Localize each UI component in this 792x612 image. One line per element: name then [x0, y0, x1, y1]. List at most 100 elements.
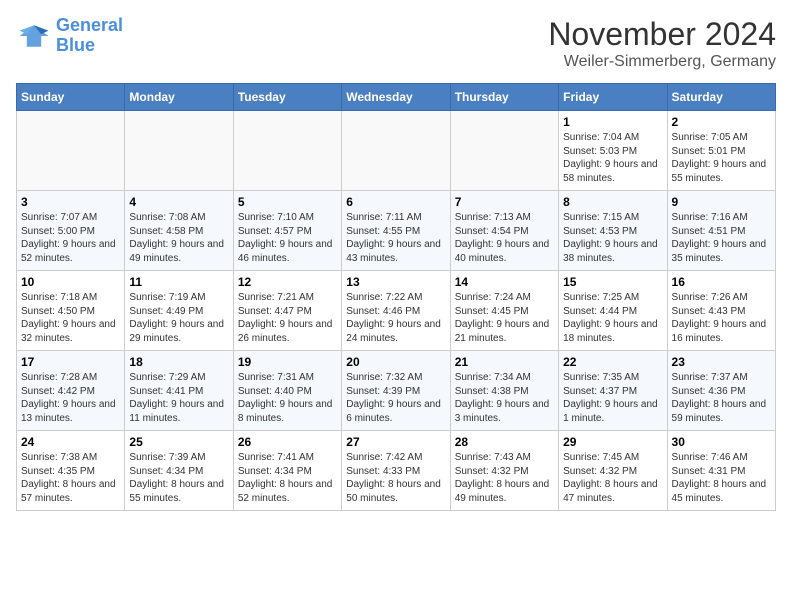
- day-info: Sunrise: 7:16 AM Sunset: 4:51 PM Dayligh…: [672, 211, 771, 265]
- day-number: 30: [672, 435, 771, 449]
- day-info: Sunrise: 7:13 AM Sunset: 4:54 PM Dayligh…: [455, 211, 554, 265]
- day-info: Sunrise: 7:08 AM Sunset: 4:58 PM Dayligh…: [129, 211, 228, 265]
- calendar-cell: 6Sunrise: 7:11 AM Sunset: 4:55 PM Daylig…: [342, 191, 450, 271]
- day-info: Sunrise: 7:25 AM Sunset: 4:44 PM Dayligh…: [563, 291, 662, 345]
- column-header-wednesday: Wednesday: [342, 84, 450, 111]
- day-number: 25: [129, 435, 228, 449]
- location-title: Weiler-Simmerberg, Germany: [548, 53, 776, 71]
- calendar-cell: 17 Sunrise: 7:28 AM Sunset: 4:42 PM Dayli…: [17, 351, 125, 431]
- day-info: Sunrise: 7:07 AM Sunset: 5:00 PM Dayligh…: [21, 211, 120, 265]
- calendar-cell: [450, 111, 558, 191]
- day-number: 16: [672, 275, 771, 289]
- day-info: Sunrise: 7:42 AM Sunset: 4:33 PM Dayligh…: [346, 451, 445, 505]
- calendar-cell: 2 Sunrise: 7:05 AM Sunset: 5:01 PM Daylig…: [667, 111, 775, 191]
- day-number: 27: [346, 435, 445, 449]
- calendar-cell: 12Sunrise: 7:21 AM Sunset: 4:47 PM Dayli…: [233, 271, 341, 351]
- day-info: Sunrise: 7:10 AM Sunset: 4:57 PM Dayligh…: [238, 211, 337, 265]
- day-number: 28: [455, 435, 554, 449]
- calendar-cell: 16 Sunrise: 7:26 AM Sunset: 4:43 PM Dayli…: [667, 271, 775, 351]
- day-info: Sunrise: 7:39 AM Sunset: 4:34 PM Dayligh…: [129, 451, 228, 505]
- calendar-cell: 4 Sunrise: 7:08 AM Sunset: 4:58 PM Daylig…: [125, 191, 233, 271]
- day-number: 21: [455, 355, 554, 369]
- day-number: 14: [455, 275, 554, 289]
- day-number: 24: [21, 435, 120, 449]
- day-number: 4: [129, 195, 228, 209]
- day-number: 11: [129, 275, 228, 289]
- calendar-cell: 23 Sunrise: 7:37 AM Sunset: 4:36 PM Dayli…: [667, 351, 775, 431]
- calendar-cell: [17, 111, 125, 191]
- calendar-cell: 18Sunrise: 7:29 AM Sunset: 4:41 PM Dayli…: [125, 351, 233, 431]
- calendar-cell: 3 Sunrise: 7:07 AM Sunset: 5:00 PM Daylig…: [17, 191, 125, 271]
- day-info: Sunrise: 7:05 AM Sunset: 5:01 PM Dayligh…: [672, 131, 771, 185]
- day-info: Sunrise: 7:46 AM Sunset: 4:31 PM Dayligh…: [672, 451, 771, 505]
- week-row-1: 1 Sunrise: 7:04 AM Sunset: 5:03 PM Daylig…: [17, 111, 776, 191]
- calendar-cell: 24 Sunrise: 7:38 AM Sunset: 4:35 PM Dayli…: [17, 431, 125, 511]
- day-info: Sunrise: 7:15 AM Sunset: 4:53 PM Dayligh…: [563, 211, 662, 265]
- calendar-cell: 28 Sunrise: 7:43 AM Sunset: 4:32 PM Dayli…: [450, 431, 558, 511]
- day-number: 1: [563, 115, 662, 129]
- week-row-5: 24 Sunrise: 7:38 AM Sunset: 4:35 PM Dayli…: [17, 431, 776, 511]
- day-number: 10: [21, 275, 120, 289]
- day-number: 12: [238, 275, 337, 289]
- day-info: Sunrise: 7:26 AM Sunset: 4:43 PM Dayligh…: [672, 291, 771, 345]
- day-info: Sunrise: 7:04 AM Sunset: 5:03 PM Dayligh…: [563, 131, 662, 185]
- day-number: 17: [21, 355, 120, 369]
- title-area: November 2024 Weiler-Simmerberg, Germany: [548, 16, 776, 71]
- day-number: 20: [346, 355, 445, 369]
- calendar-cell: 27 Sunrise: 7:42 AM Sunset: 4:33 PM Dayli…: [342, 431, 450, 511]
- day-number: 22: [563, 355, 662, 369]
- calendar-cell: 14 Sunrise: 7:24 AM Sunset: 4:45 PM Dayli…: [450, 271, 558, 351]
- logo: General Blue: [16, 16, 123, 56]
- logo-text: General Blue: [56, 16, 123, 56]
- month-title: November 2024: [548, 16, 776, 53]
- calendar-cell: 11Sunrise: 7:19 AM Sunset: 4:49 PM Dayli…: [125, 271, 233, 351]
- day-info: Sunrise: 7:28 AM Sunset: 4:42 PM Dayligh…: [21, 371, 120, 425]
- day-number: 3: [21, 195, 120, 209]
- day-info: Sunrise: 7:35 AM Sunset: 4:37 PM Dayligh…: [563, 371, 662, 425]
- calendar-cell: 19 Sunrise: 7:31 AM Sunset: 4:40 PM Dayli…: [233, 351, 341, 431]
- calendar-cell: 21 Sunrise: 7:34 AM Sunset: 4:38 PM Dayli…: [450, 351, 558, 431]
- week-row-4: 17 Sunrise: 7:28 AM Sunset: 4:42 PM Dayli…: [17, 351, 776, 431]
- day-number: 8: [563, 195, 662, 209]
- day-number: 23: [672, 355, 771, 369]
- column-header-sunday: Sunday: [17, 84, 125, 111]
- column-header-monday: Monday: [125, 84, 233, 111]
- day-number: 19: [238, 355, 337, 369]
- calendar-cell: [233, 111, 341, 191]
- calendar-cell: 13Sunrise: 7:22 AM Sunset: 4:46 PM Dayli…: [342, 271, 450, 351]
- day-info: Sunrise: 7:34 AM Sunset: 4:38 PM Dayligh…: [455, 371, 554, 425]
- day-number: 2: [672, 115, 771, 129]
- calendar-cell: 15Sunrise: 7:25 AM Sunset: 4:44 PM Dayli…: [559, 271, 667, 351]
- header: General Blue November 2024 Weiler-Simmer…: [16, 16, 776, 71]
- day-info: Sunrise: 7:24 AM Sunset: 4:45 PM Dayligh…: [455, 291, 554, 345]
- day-info: Sunrise: 7:32 AM Sunset: 4:39 PM Dayligh…: [346, 371, 445, 425]
- calendar-cell: 25 Sunrise: 7:39 AM Sunset: 4:34 PM Dayli…: [125, 431, 233, 511]
- day-info: Sunrise: 7:38 AM Sunset: 4:35 PM Dayligh…: [21, 451, 120, 505]
- day-number: 9: [672, 195, 771, 209]
- calendar-cell: 26Sunrise: 7:41 AM Sunset: 4:34 PM Dayli…: [233, 431, 341, 511]
- day-number: 29: [563, 435, 662, 449]
- week-row-3: 10 Sunrise: 7:18 AM Sunset: 4:50 PM Dayli…: [17, 271, 776, 351]
- day-info: Sunrise: 7:43 AM Sunset: 4:32 PM Dayligh…: [455, 451, 554, 505]
- day-info: Sunrise: 7:37 AM Sunset: 4:36 PM Dayligh…: [672, 371, 771, 425]
- calendar-cell: [342, 111, 450, 191]
- day-number: 26: [238, 435, 337, 449]
- calendar-table: SundayMondayTuesdayWednesdayThursdayFrid…: [16, 83, 776, 511]
- day-number: 7: [455, 195, 554, 209]
- calendar-cell: 7 Sunrise: 7:13 AM Sunset: 4:54 PM Daylig…: [450, 191, 558, 271]
- day-number: 18: [129, 355, 228, 369]
- logo-icon: [16, 18, 52, 54]
- week-row-2: 3 Sunrise: 7:07 AM Sunset: 5:00 PM Daylig…: [17, 191, 776, 271]
- day-number: 5: [238, 195, 337, 209]
- calendar-cell: 1 Sunrise: 7:04 AM Sunset: 5:03 PM Daylig…: [559, 111, 667, 191]
- day-info: Sunrise: 7:22 AM Sunset: 4:46 PM Dayligh…: [346, 291, 445, 345]
- column-header-tuesday: Tuesday: [233, 84, 341, 111]
- column-header-saturday: Saturday: [667, 84, 775, 111]
- calendar-cell: 9 Sunrise: 7:16 AM Sunset: 4:51 PM Daylig…: [667, 191, 775, 271]
- day-info: Sunrise: 7:31 AM Sunset: 4:40 PM Dayligh…: [238, 371, 337, 425]
- day-info: Sunrise: 7:18 AM Sunset: 4:50 PM Dayligh…: [21, 291, 120, 345]
- calendar-cell: 10 Sunrise: 7:18 AM Sunset: 4:50 PM Dayli…: [17, 271, 125, 351]
- calendar-cell: 22 Sunrise: 7:35 AM Sunset: 4:37 PM Dayli…: [559, 351, 667, 431]
- column-header-thursday: Thursday: [450, 84, 558, 111]
- calendar-cell: 30 Sunrise: 7:46 AM Sunset: 4:31 PM Dayli…: [667, 431, 775, 511]
